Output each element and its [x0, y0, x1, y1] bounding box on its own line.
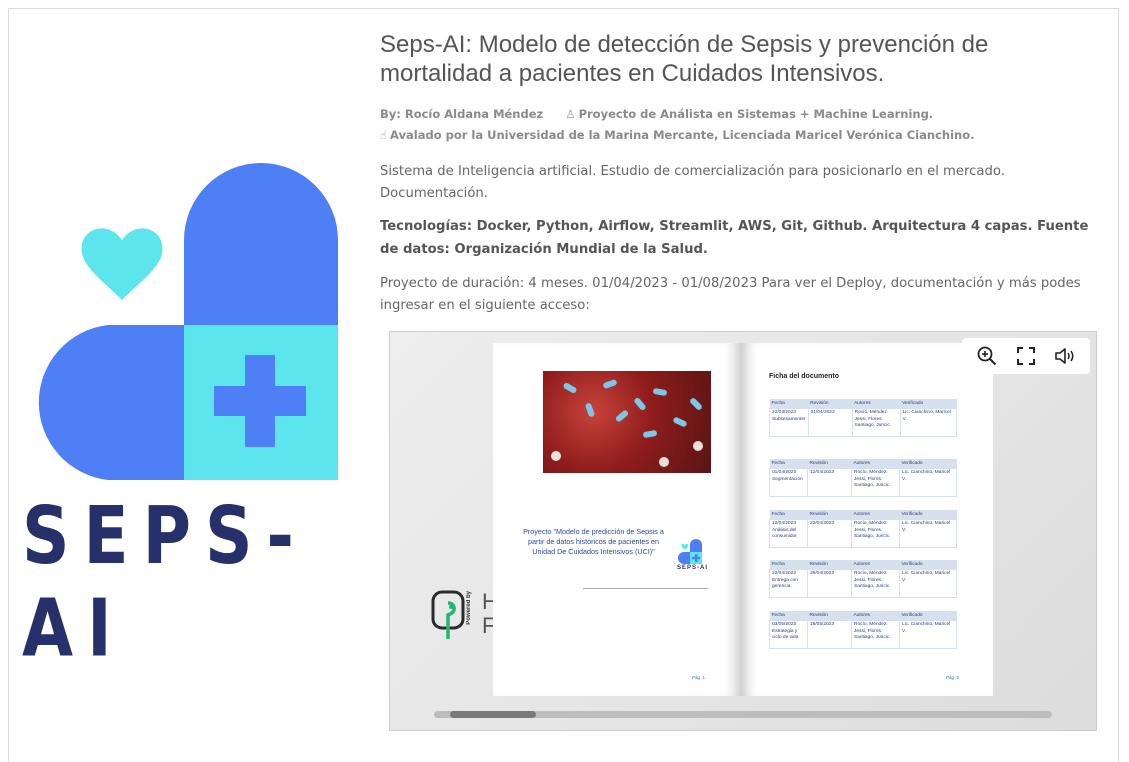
table-header-cell: Revisión	[807, 560, 852, 570]
revision-table: Fecha Revisión Autores Verificado 22/04/2023…	[769, 560, 957, 598]
date-cell: 22/03/2023 Subsesamenter	[769, 408, 809, 437]
powered-by-label: Powered by	[466, 591, 472, 625]
table-row: 22/04/2023 Entrega con gerencia 28/04/2023…	[769, 569, 957, 598]
date-cell: 01/04/2023 Segmentación	[769, 468, 808, 497]
volume-icon	[1054, 348, 1074, 364]
table-header-cell: Fecha	[769, 399, 809, 409]
cover-image	[543, 371, 711, 473]
table-header-cell: Autores	[851, 611, 900, 621]
endorsement: Avalado por la Universidad de la Marina …	[390, 128, 975, 142]
table-header-cell: Autores	[851, 510, 900, 520]
verified-cell: Lic. Cianchino, Maricel V.	[899, 569, 957, 598]
verified-cell: Lic. Cianchino, Maricel V.	[899, 519, 957, 548]
table-header-cell: Revisión	[807, 510, 852, 520]
description: Sistema de Inteligencia artificial. Estu…	[380, 164, 1005, 201]
stage-value: Análisis del consumidor	[772, 527, 797, 540]
thumbs-up-icon: ☝	[380, 128, 388, 142]
book-page-right[interactable]: Ficha del documento Fecha Revisión Autores…	[741, 343, 993, 696]
revision-cell: 01/04/2023	[807, 408, 853, 437]
table-header-cell: Autores	[851, 459, 900, 469]
table-header-cell: Verificado	[899, 459, 957, 469]
zoom-in-button[interactable]	[974, 343, 1000, 369]
verified-cell: Lic. Cianchino, Maricel V.	[899, 468, 957, 497]
verified-cell: Lic. Cianchino, Maricel V.	[899, 408, 958, 437]
table-header-cell: Fecha	[769, 510, 808, 520]
authors-cell: Rocío, Méndez. Jessi, Flores. Santiago, …	[851, 620, 900, 649]
revision-table: Fecha Revisión Autores Verificado 12/04/2023…	[769, 510, 957, 548]
table-header-cell: Verificado	[899, 611, 957, 621]
table-header-cell: Verificado	[900, 399, 957, 409]
fullscreen-button[interactable]	[1013, 343, 1039, 369]
table-header-cell: Revisión	[807, 459, 852, 469]
page-number-left: Pág. 1	[691, 675, 705, 680]
sound-button[interactable]	[1052, 343, 1078, 369]
stage-value: Segmentación	[772, 476, 803, 482]
zoom-in-icon	[977, 346, 997, 366]
author: By: Rocío Aldana Méndez	[380, 107, 544, 121]
table-header-cell: Fecha	[769, 611, 808, 621]
stage-value: Subsesamenter	[772, 416, 806, 422]
date-cell: 12/04/2023 Análisis del consumidor	[769, 519, 808, 548]
table-header-cell: Revisión	[807, 611, 852, 621]
cover-title: Proyecto "Modelo de predicción de Sepsis…	[523, 527, 664, 556]
revision-table: Fecha Revisión Autores Verificado 01/04/2023…	[769, 459, 957, 497]
authors-cell: Rocío, Méndez. Jessi, Flores. Santiago, …	[851, 569, 900, 598]
award-icon: ♙	[565, 107, 576, 121]
technologies: Tecnologías: Docker, Python, Airflow, St…	[380, 219, 1089, 257]
mini-logo-word: SEPS-AI	[677, 565, 709, 571]
revision-table: Fecha Revisión Autores Verificado 03/05/2023…	[769, 611, 957, 649]
project-type: Proyecto de Análista en Sistemas + Machi…	[578, 107, 934, 121]
table-row: 03/05/2023 Estrategia y ciclo de vida 18/0…	[769, 620, 957, 649]
document-sheet-heading: Ficha del documento	[769, 373, 840, 380]
project-meta: By: Rocío Aldana Méndez ♙ Proyecto de Aná…	[380, 104, 1092, 146]
authors-cell: Rocío, Méndez. Jessi, Flores. Santiago, …	[851, 519, 900, 548]
table-header-cell: Revisión	[808, 399, 853, 409]
revision-cell: 28/04/2023	[807, 569, 852, 598]
viewer-toolbar	[962, 338, 1090, 374]
logo-wordmark: SEPS-AI	[22, 490, 308, 675]
authors-cell: Rocío, Méndez. Jessi, Flores. Santiago, …	[851, 468, 900, 497]
revision-cell: 22/04/2023	[807, 519, 852, 548]
table-header-cell: Verificado	[899, 560, 957, 570]
cover-divider	[583, 588, 708, 589]
verified-cell: Lic. Cianchino, Maricel V.	[899, 620, 957, 649]
revision-cell: 12/04/2023	[807, 468, 852, 497]
stage-value: Entrega con gerencia	[772, 577, 798, 590]
project-details: Seps-AI: Modelo de detección de Sepsis y…	[380, 30, 1092, 317]
table-row: 12/04/2023 Análisis del consumidor 22/04/2…	[769, 519, 957, 548]
date-cell: 22/04/2023 Entrega con gerencia	[769, 569, 808, 598]
viewer-scrollbar[interactable]	[434, 711, 1052, 718]
page-number-right: Pág. 2	[945, 675, 959, 680]
table-header-cell: Autores	[851, 560, 900, 570]
date-cell: 03/05/2023 Estrategia y ciclo de vida	[769, 620, 808, 649]
revision-table: Fecha Revisión Autores Verificado 22/03/2023…	[769, 399, 958, 437]
book-page-left[interactable]: Proyecto "Modelo de predicción de Sepsis…	[493, 343, 741, 696]
authors-cell: Rocío, Méndez. Jessi, Flores. Santiago, …	[851, 408, 901, 437]
table-row: 01/04/2023 Segmentación 12/04/2023 Rocío, M…	[769, 468, 957, 497]
revision-cell: 18/05/2023	[807, 620, 852, 649]
duration-text: Proyecto de duración: 4 meses. 01/04/202…	[380, 276, 1081, 313]
flipbook-viewer[interactable]: Powered by H F Proyecto "Modelo de predi…	[389, 331, 1097, 731]
fullscreen-icon	[1016, 347, 1035, 365]
scrollbar-thumb[interactable]	[450, 711, 536, 718]
table-header-cell: Fecha	[769, 459, 808, 469]
table-header-cell: Autores	[852, 399, 901, 409]
page-title: Seps-AI: Modelo de detección de Sepsis y…	[380, 31, 989, 87]
heyzine-logo-icon	[431, 590, 465, 639]
table-header-cell: Fecha	[769, 560, 808, 570]
table-row: 22/03/2023 Subsesamenter 01/04/2023 Rocío, …	[769, 408, 958, 437]
stage-value: Estrategia y ciclo de vida	[772, 628, 799, 641]
table-header-cell: Verificado	[899, 510, 957, 520]
